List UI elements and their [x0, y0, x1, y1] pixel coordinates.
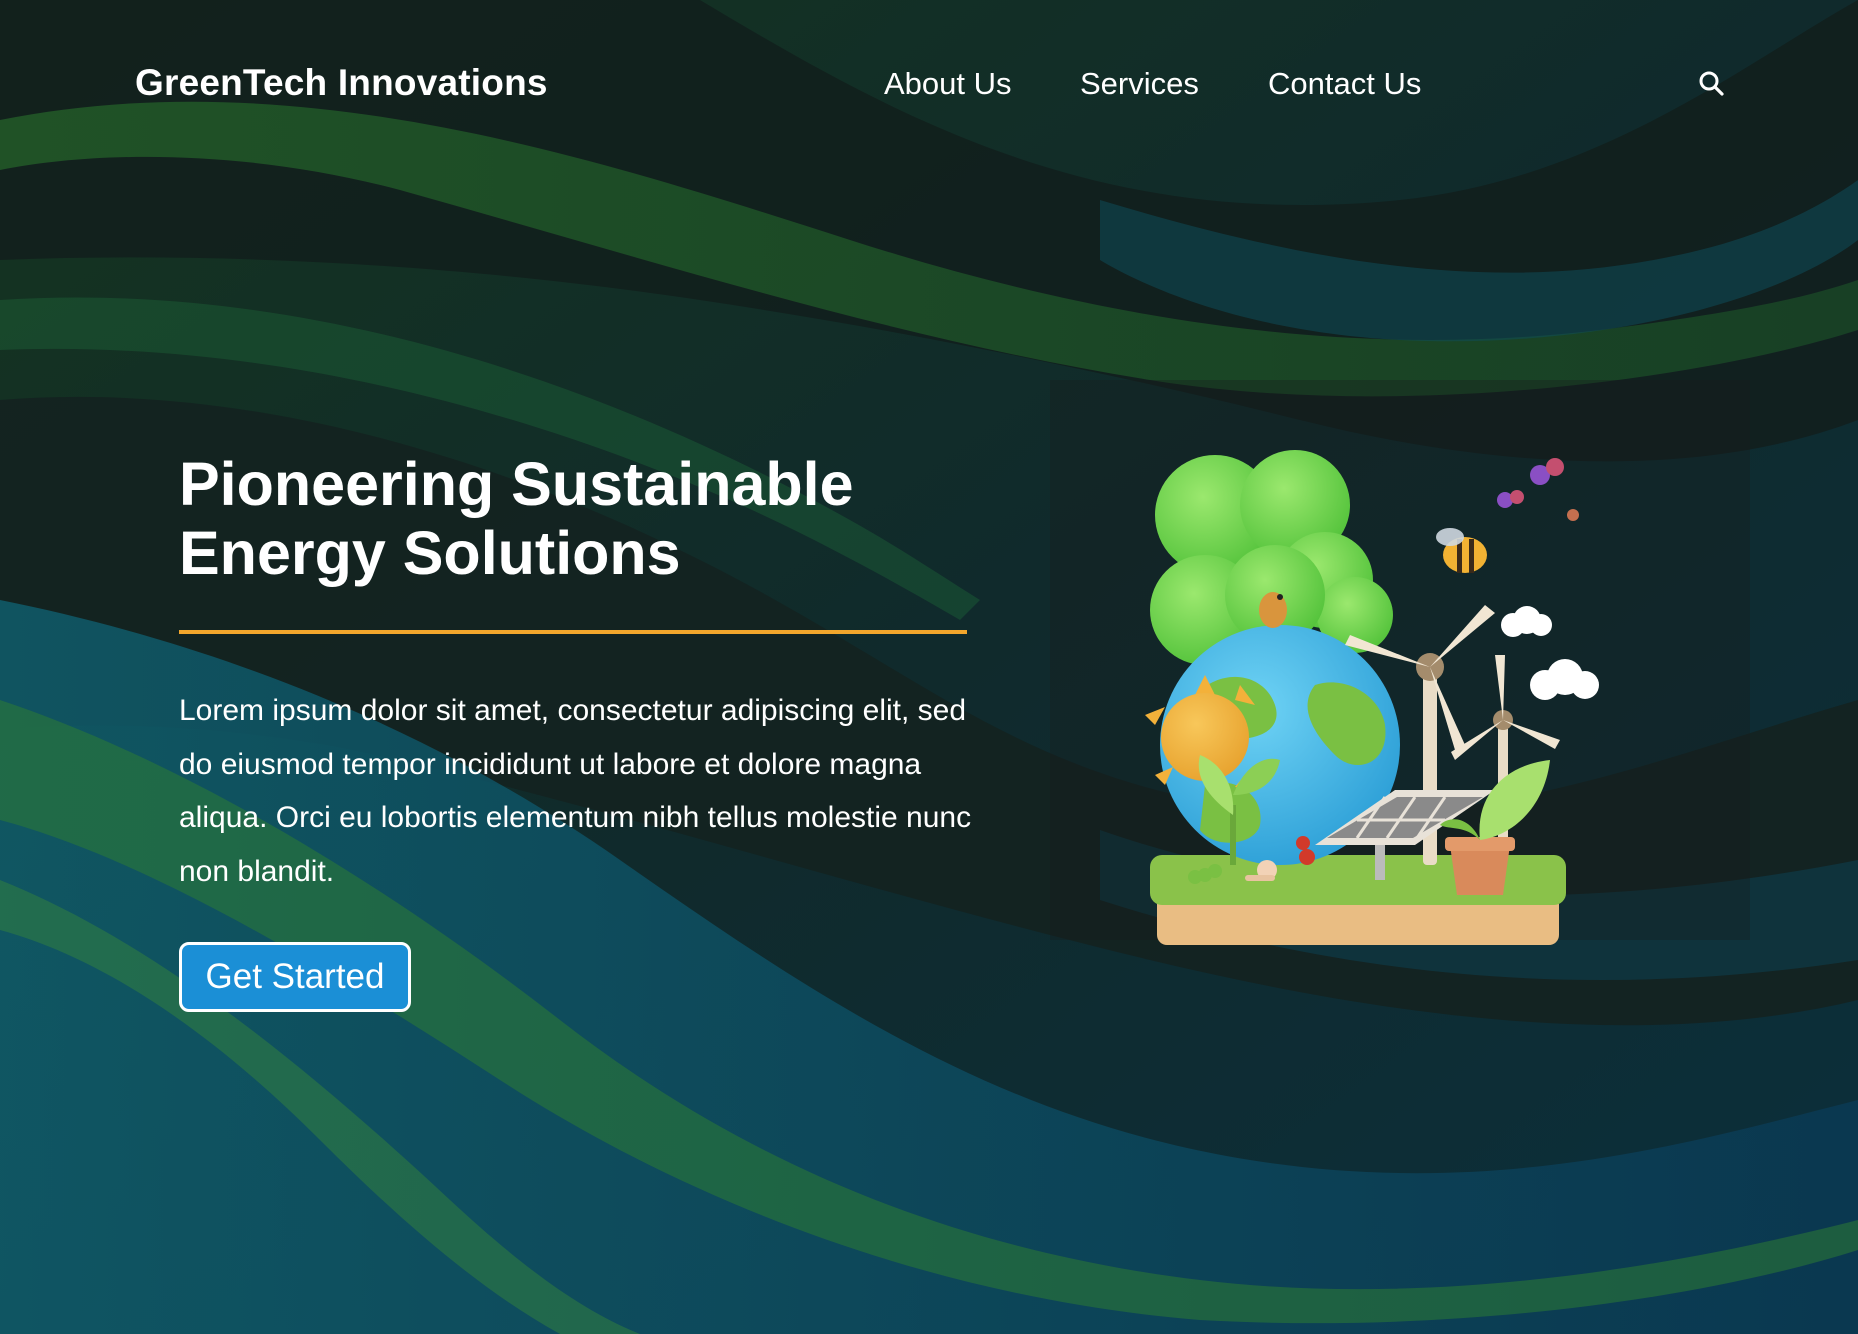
- bird: [1259, 592, 1287, 628]
- search-icon: [1699, 71, 1724, 96]
- nav-link-services[interactable]: Services: [1080, 66, 1199, 102]
- butterflies: [1497, 458, 1579, 521]
- hero-title: Pioneering Sustainable Energy Solutions: [179, 450, 854, 587]
- bee: [1436, 528, 1487, 573]
- nav-link-about-us[interactable]: About Us: [884, 66, 1012, 102]
- hero-divider: [179, 630, 967, 634]
- site-header: GreenTech Innovations About Us Services …: [0, 0, 1858, 170]
- get-started-button[interactable]: Get Started: [179, 942, 411, 1012]
- sustainable-energy-illustration: [1145, 450, 1599, 945]
- cloud-small: [1501, 606, 1552, 637]
- cloud-large: [1530, 659, 1599, 700]
- nav-link-contact-us[interactable]: Contact Us: [1268, 66, 1421, 102]
- search-button[interactable]: [1696, 68, 1730, 102]
- brand-logo[interactable]: GreenTech Innovations: [135, 62, 548, 104]
- hero-description: Lorem ipsum dolor sit amet, consectetur …: [179, 694, 972, 888]
